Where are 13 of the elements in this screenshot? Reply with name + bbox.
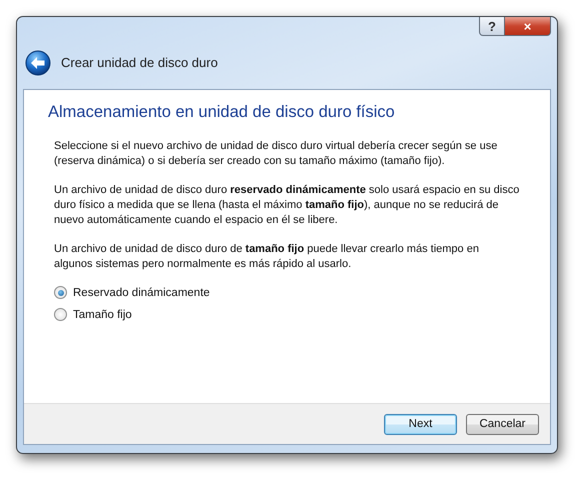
description-paragraph: Un archivo de unidad de disco duro de tamaño fijo puede llevar crearlo más tiempo en algunos sistemas pero normalmente es más rápido al usarlo. bbox=[54, 242, 480, 272]
next-button[interactable]: Next bbox=[384, 414, 457, 434]
radio-button[interactable] bbox=[54, 308, 67, 321]
radio-button[interactable] bbox=[54, 286, 67, 299]
description-paragraph: Seleccione si el nuevo archivo de unidad de disco duro virtual debería crecer según se use (reserva dinámica) o si debería ser creado con su tamaño máximo (tamaño fijo). bbox=[54, 139, 498, 169]
radio-option[interactable]: Tamaño fijo bbox=[54, 308, 132, 321]
help-button[interactable]: ? bbox=[479, 17, 505, 36]
close-button[interactable]: × bbox=[505, 17, 551, 36]
description-paragraph: Un archivo de unidad de disco duro reservado dinámicamente solo usará espacio en su disco duro físico a medida que se llena (hasta el máximo tamaño fijo), aunque no se reducirá de nuevo automáticamente cuando el espacio en él se libere. bbox=[54, 183, 520, 228]
window-title: Crear unidad de disco duro bbox=[61, 55, 218, 70]
radio-option[interactable]: Reservado dinámicamente bbox=[54, 286, 210, 299]
cancel-button[interactable]: Cancelar bbox=[466, 414, 539, 434]
page-heading: Almacenamiento en unidad de disco duro físico bbox=[48, 103, 396, 122]
